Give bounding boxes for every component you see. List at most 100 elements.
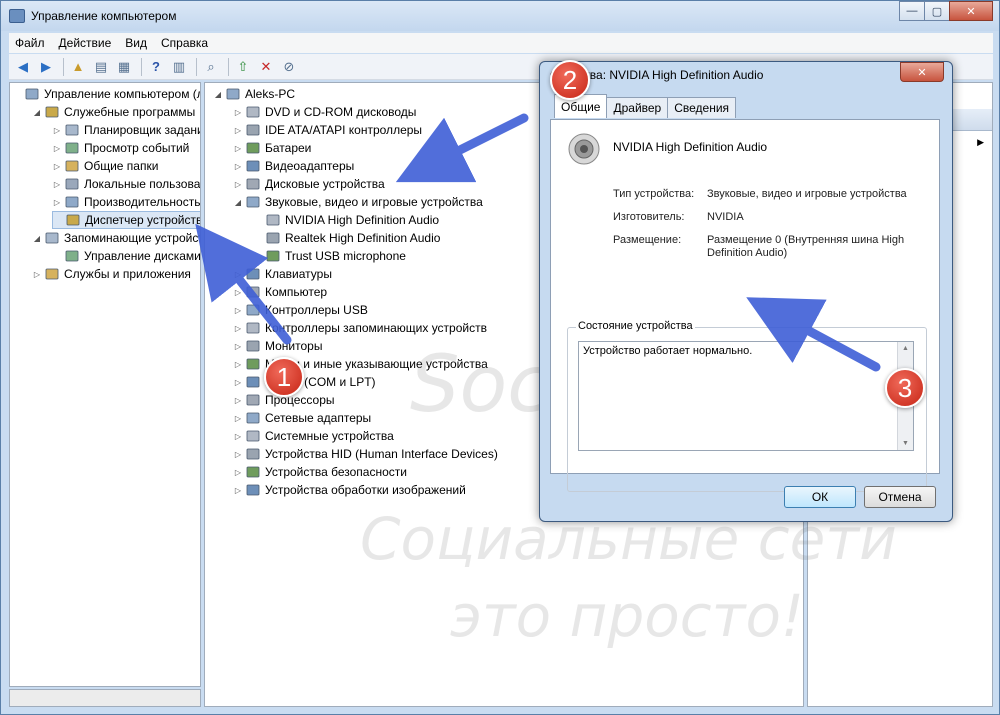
expand-toggle-icon[interactable]: ◢ <box>213 90 223 99</box>
forward-icon[interactable]: ▶ <box>36 57 56 77</box>
device-tree-item[interactable]: Trust USB microphone <box>253 247 406 265</box>
tree-item[interactable]: ▷ Локальные пользовате <box>52 175 200 193</box>
tree-item[interactable]: Диспетчер устройств <box>52 211 200 229</box>
device-icon <box>24 87 40 101</box>
expand-toggle-icon[interactable]: ▷ <box>233 342 243 351</box>
update-driver-icon[interactable]: ⇧ <box>233 57 253 77</box>
tree-item[interactable]: ▷ Службы и приложения <box>32 265 191 283</box>
device-status-textbox[interactable]: Устройство работает нормально. ▲ ▼ <box>578 341 914 451</box>
expand-toggle-icon[interactable]: ▷ <box>233 180 243 189</box>
expand-toggle-icon[interactable]: ▷ <box>233 450 243 459</box>
device-tree-item[interactable]: ▷ Батареи <box>233 139 311 157</box>
device-tree-item[interactable]: ▷ IDE ATA/ATAPI контроллеры <box>233 121 422 139</box>
expand-toggle-icon[interactable]: ▷ <box>52 126 62 135</box>
tree-item-label: Управление дисками <box>84 249 201 263</box>
tab-details[interactable]: Сведения <box>667 97 737 118</box>
show-hide-tree-icon[interactable]: ▤ <box>91 57 111 77</box>
tree-item[interactable]: ▷ Просмотр событий <box>52 139 189 157</box>
expand-toggle-icon[interactable]: ▷ <box>233 306 243 315</box>
expand-toggle-icon[interactable]: ▷ <box>233 108 243 117</box>
expand-toggle-icon[interactable]: ▷ <box>233 468 243 477</box>
menu-file[interactable]: Файл <box>15 36 45 50</box>
device-tree-item[interactable]: NVIDIA High Definition Audio <box>253 211 439 229</box>
expand-toggle-icon[interactable]: ◢ <box>32 234 42 243</box>
device-icon <box>245 195 261 209</box>
expand-toggle-icon[interactable]: ▷ <box>233 288 243 297</box>
device-tree-label: Системные устройства <box>265 429 394 443</box>
expand-toggle-icon[interactable]: ▷ <box>233 360 243 369</box>
device-tree-item[interactable]: ▷ Сетевые адаптеры <box>233 409 371 427</box>
tree-item[interactable]: ▷ Производительность <box>52 193 200 211</box>
tree-item[interactable]: ◢ Запоминающие устройств <box>32 229 200 247</box>
minimize-button[interactable]: — <box>899 1 925 21</box>
expand-toggle-icon[interactable]: ▷ <box>233 324 243 333</box>
horizontal-scrollbar[interactable] <box>9 689 201 707</box>
device-tree-item[interactable]: ▷ Компьютер <box>233 283 327 301</box>
device-tree-item[interactable]: ◢ Звуковые, видео и игровые устройства <box>233 193 483 211</box>
title-bar: Управление компьютером — ▢ ✕ <box>1 1 999 31</box>
properties-icon[interactable]: ▦ <box>114 57 134 77</box>
device-tree-item[interactable]: ▷ Устройства HID (Human Interface Devices… <box>233 445 498 463</box>
step-badge-1: 1 <box>264 357 304 397</box>
expand-toggle-icon[interactable]: ◢ <box>233 198 243 207</box>
device-icon <box>64 159 80 173</box>
back-icon[interactable]: ◀ <box>13 57 33 77</box>
device-tree-item[interactable]: ▷ Дисковые устройства <box>233 175 385 193</box>
device-tree-item[interactable]: ▷ Контроллеры USB <box>233 301 368 319</box>
tree-item[interactable]: ▷ Планировщик заданий <box>52 121 200 139</box>
action-pane-icon[interactable]: ▥ <box>169 57 189 77</box>
expand-toggle-icon[interactable]: ▷ <box>233 378 243 387</box>
device-icon <box>64 249 80 263</box>
close-button[interactable]: ✕ <box>949 1 993 21</box>
tree-item[interactable]: Управление компьютером (л <box>12 85 200 103</box>
help-icon[interactable]: ? <box>146 57 166 77</box>
device-tree-item[interactable]: ◢ Aleks-PC <box>213 85 295 103</box>
menu-help[interactable]: Справка <box>161 36 208 50</box>
device-tree-item[interactable]: ▷ Устройства безопасности <box>233 463 407 481</box>
location-value: Размещение 0 (Внутренняя шина High Defin… <box>707 234 905 259</box>
expand-toggle-icon[interactable]: ◢ <box>32 108 42 117</box>
tree-item[interactable]: Управление дисками <box>52 247 201 265</box>
tree-item[interactable]: ▷ Общие папки <box>52 157 159 175</box>
expand-toggle-icon[interactable]: ▷ <box>233 414 243 423</box>
device-tree-item[interactable]: ▷ Устройства обработки изображений <box>233 481 466 499</box>
device-tree-item[interactable]: ▷ Контроллеры запоминающих устройств <box>233 319 487 337</box>
device-tree-item[interactable]: ▷ Системные устройства <box>233 427 394 445</box>
expand-toggle-icon[interactable]: ▷ <box>233 144 243 153</box>
ok-button[interactable]: ОК <box>784 486 856 508</box>
device-tree-item[interactable]: ▷ DVD и CD-ROM дисководы <box>233 103 416 121</box>
up-folder-icon[interactable]: ▲ <box>68 57 88 77</box>
menu-view[interactable]: Вид <box>125 36 147 50</box>
scan-hardware-icon[interactable]: ⌕ <box>201 57 221 77</box>
tab-driver[interactable]: Драйвер <box>606 97 669 118</box>
uninstall-icon[interactable]: ✕ <box>256 57 276 77</box>
expand-toggle-icon[interactable]: ▷ <box>233 396 243 405</box>
expand-toggle-icon[interactable]: ▷ <box>32 270 42 279</box>
expand-toggle-icon[interactable]: ▷ <box>52 144 62 153</box>
disable-device-icon[interactable]: ⊘ <box>279 57 299 77</box>
cancel-button[interactable]: Отмена <box>864 486 936 508</box>
dialog-close-button[interactable]: ✕ <box>900 62 944 82</box>
expand-arrow-icon[interactable]: ▶ <box>977 137 984 148</box>
scroll-up-icon[interactable]: ▲ <box>902 345 909 352</box>
scroll-down-icon[interactable]: ▼ <box>902 440 909 447</box>
device-tree-item[interactable]: ▷ Видеоадаптеры <box>233 157 354 175</box>
expand-toggle-icon[interactable]: ▷ <box>233 486 243 495</box>
expand-toggle-icon[interactable]: ▷ <box>52 198 62 207</box>
expand-toggle-icon[interactable]: ▷ <box>52 162 62 171</box>
device-tree-item[interactable]: ▷ Мониторы <box>233 337 323 355</box>
expand-toggle-icon[interactable]: ▷ <box>52 180 62 189</box>
expand-toggle-icon[interactable]: ▷ <box>233 126 243 135</box>
expand-toggle-icon[interactable]: ▷ <box>233 270 243 279</box>
device-tree-item[interactable]: Realtek High Definition Audio <box>253 229 440 247</box>
tree-item-label: Просмотр событий <box>84 141 190 155</box>
expand-toggle-icon[interactable]: ▷ <box>233 432 243 441</box>
expand-toggle-icon[interactable]: ▷ <box>233 162 243 171</box>
menu-action[interactable]: Действие <box>59 36 112 50</box>
device-tree-item[interactable]: ▷ Порты (COM и LPT) <box>233 373 376 391</box>
menu-bar: Файл Действие Вид Справка <box>9 33 993 53</box>
device-icon <box>245 483 261 497</box>
tree-item[interactable]: ◢ Служебные программы <box>32 103 195 121</box>
device-tree-item[interactable]: ▷ Клавиатуры <box>233 265 332 283</box>
maximize-button[interactable]: ▢ <box>924 1 950 21</box>
